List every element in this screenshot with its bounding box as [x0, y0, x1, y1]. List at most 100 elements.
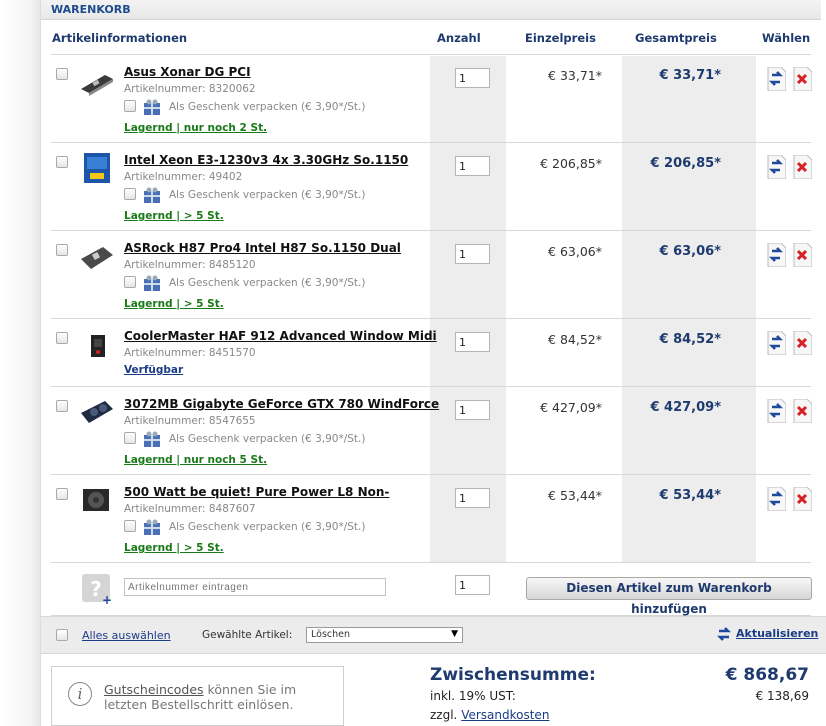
- unknown-article-icon: ? +: [82, 574, 112, 605]
- total-price: € 63,06*: [659, 244, 722, 259]
- row-checkbox[interactable]: [56, 488, 68, 500]
- delete-icon[interactable]: [792, 155, 812, 179]
- add-quantity-input[interactable]: [455, 575, 490, 595]
- gift-icon: [144, 275, 160, 291]
- product-link[interactable]: 500 Watt be quiet! Pure Power L8 Non-: [124, 485, 389, 499]
- stock-status[interactable]: Lagernd | > 5 St.: [124, 210, 224, 222]
- quantity-input[interactable]: [455, 400, 490, 420]
- row-checkbox[interactable]: [56, 332, 68, 344]
- article-number: Artikelnummer: 8451570: [124, 347, 256, 359]
- delete-icon[interactable]: [792, 331, 812, 355]
- gift-checkbox[interactable]: [124, 520, 136, 532]
- coupon-info-box: i Gutscheincodes können Sie im letzten B…: [51, 666, 344, 726]
- delete-icon[interactable]: [792, 243, 812, 267]
- select-all-checkbox[interactable]: [56, 629, 68, 641]
- sound-card-thumbnail: [81, 75, 113, 96]
- case-thumbnail: [91, 335, 105, 357]
- unit-price: € 63,06*: [548, 244, 602, 259]
- refresh-icon[interactable]: [766, 243, 786, 267]
- col-head-unit: Einzelpreis: [525, 31, 596, 45]
- table-row: 500 Watt be quiet! Pure Power L8 Non- Ar…: [51, 474, 812, 562]
- svg-text:+: +: [102, 593, 112, 605]
- quantity-input[interactable]: [455, 68, 490, 88]
- col-head-qty: Anzahl: [437, 31, 481, 45]
- refresh-icon[interactable]: [766, 155, 786, 179]
- gift-checkbox[interactable]: [124, 432, 136, 444]
- row-checkbox[interactable]: [56, 156, 68, 168]
- gift-label: Als Geschenk verpacken (€ 3,90*/St.): [169, 189, 366, 201]
- coupon-text: Gutscheincodes können Sie im letzten Bes…: [104, 682, 297, 712]
- refresh-icon[interactable]: [766, 399, 786, 423]
- stock-status[interactable]: Lagernd | nur noch 5 St.: [124, 454, 267, 466]
- shipping-costs-link[interactable]: Versandkosten: [461, 708, 549, 722]
- subtotal-value: € 868,67: [725, 665, 809, 685]
- selected-articles-label: Gewählte Artikel:: [202, 629, 293, 641]
- quantity-input[interactable]: [455, 332, 490, 352]
- unit-price: € 53,44*: [548, 488, 602, 503]
- gift-label: Als Geschenk verpacken (€ 3,90*/St.): [169, 521, 366, 533]
- delete-icon[interactable]: [792, 487, 812, 511]
- gift-label: Als Geschenk verpacken (€ 3,90*/St.): [169, 433, 366, 445]
- col-head-total: Gesamtpreis: [635, 31, 717, 45]
- selection-bar: Alles auswählen Gewählte Artikel: Lösche…: [41, 616, 826, 654]
- power-supply-thumbnail: [83, 489, 109, 511]
- delete-icon[interactable]: [792, 399, 812, 423]
- stock-status[interactable]: Verfügbar: [124, 364, 183, 376]
- gift-checkbox[interactable]: [124, 188, 136, 200]
- gift-icon: [144, 187, 160, 203]
- article-number: Artikelnummer: 8487607: [124, 503, 256, 515]
- svg-text:?: ?: [90, 577, 102, 601]
- product-link[interactable]: ASRock H87 Pro4 Intel H87 So.1150 Dual: [124, 241, 401, 255]
- info-icon: i: [68, 682, 92, 706]
- stock-status[interactable]: Lagernd | > 5 St.: [124, 542, 224, 554]
- table-row: Asus Xonar DG PCI Artikelnummer: 8320062…: [51, 54, 812, 142]
- product-link[interactable]: 3072MB Gigabyte GeForce GTX 780 WindForc…: [124, 397, 439, 411]
- refresh-icon[interactable]: [766, 67, 786, 91]
- bulk-action-select[interactable]: Löschen ▼: [306, 627, 463, 643]
- table-row: Intel Xeon E3-1230v3 4x 3.30GHz So.1150 …: [51, 142, 812, 230]
- stock-status[interactable]: Lagernd | nur noch 2 St.: [124, 122, 267, 134]
- refresh-icon[interactable]: [766, 331, 786, 355]
- row-checkbox[interactable]: [56, 68, 68, 80]
- cart-header: WARENKORB: [41, 0, 821, 20]
- table-row: CoolerMaster HAF 912 Advanced Window Mid…: [51, 318, 812, 386]
- row-checkbox[interactable]: [56, 244, 68, 256]
- table-row: ASRock H87 Pro4 Intel H87 So.1150 Dual A…: [51, 230, 812, 318]
- col-head-choose: Wählen: [762, 31, 811, 45]
- update-link[interactable]: Aktualisieren: [736, 627, 818, 640]
- unit-price: € 206,85*: [540, 156, 602, 171]
- total-price: € 427,09*: [650, 400, 721, 415]
- gift-checkbox[interactable]: [124, 100, 136, 112]
- quantity-input[interactable]: [455, 488, 490, 508]
- total-price: € 84,52*: [659, 332, 722, 347]
- delete-icon[interactable]: [792, 67, 812, 91]
- gift-checkbox[interactable]: [124, 276, 136, 288]
- cpu-box-thumbnail: [84, 153, 110, 183]
- gift-label: Als Geschenk verpacken (€ 3,90*/St.): [169, 101, 366, 113]
- article-number: Artikelnummer: 8320062: [124, 83, 256, 95]
- add-to-cart-button[interactable]: Diesen Artikel zum Warenkorb hinzufügen: [526, 577, 812, 616]
- quantity-input[interactable]: [455, 156, 490, 176]
- coupon-codes-link[interactable]: Gutscheincodes: [104, 682, 204, 697]
- shipping-line: zzgl. Versandkosten: [430, 708, 550, 722]
- bulk-action-value: Löschen: [311, 629, 350, 640]
- gift-icon: [144, 99, 160, 115]
- article-number-input[interactable]: [124, 578, 386, 596]
- refresh-icon[interactable]: [717, 626, 731, 642]
- select-all-link[interactable]: Alles auswählen: [82, 629, 171, 642]
- product-link[interactable]: CoolerMaster HAF 912 Advanced Window Mid…: [124, 329, 437, 343]
- vat-value: € 138,69: [755, 689, 809, 703]
- product-link[interactable]: Asus Xonar DG PCI: [124, 65, 251, 79]
- article-number: Artikelnummer: 8485120: [124, 259, 256, 271]
- stock-status[interactable]: Lagernd | > 5 St.: [124, 298, 224, 310]
- article-number: Artikelnummer: 49402: [124, 171, 243, 183]
- quantity-input[interactable]: [455, 244, 490, 264]
- product-link[interactable]: Intel Xeon E3-1230v3 4x 3.30GHz So.1150: [124, 153, 408, 167]
- page-background: [0, 0, 40, 726]
- row-checkbox[interactable]: [56, 400, 68, 412]
- mainboard-thumbnail: [81, 247, 113, 269]
- unit-price: € 33,71*: [548, 68, 602, 83]
- refresh-icon[interactable]: [766, 487, 786, 511]
- total-price: € 33,71*: [659, 68, 722, 83]
- article-number: Artikelnummer: 8547655: [124, 415, 256, 427]
